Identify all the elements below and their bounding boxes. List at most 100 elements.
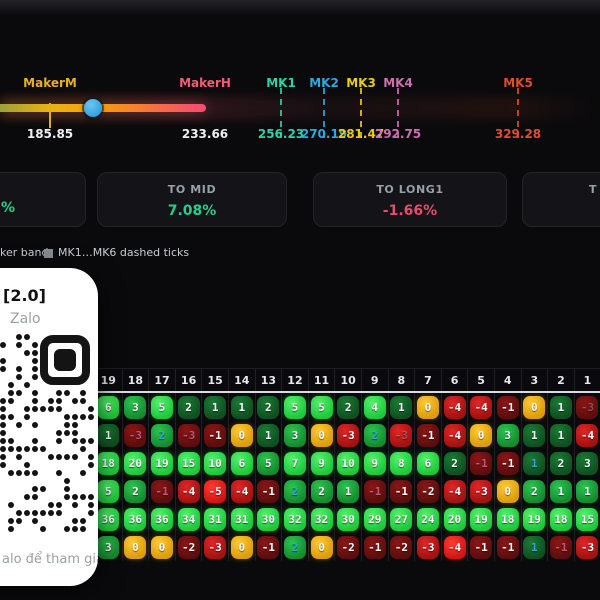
heatmap-column-header: 6 <box>440 369 468 391</box>
qr-dot <box>88 502 95 509</box>
heatmap-pill: 5 <box>257 451 280 475</box>
heatmap-pill: 5 <box>97 479 120 503</box>
qr-dot <box>48 510 55 517</box>
zalo-qr-popup: [2.0] Zalo alo để tham gia <box>0 268 98 586</box>
qr-dot <box>72 414 79 421</box>
heatmap-column-header-label: 1 <box>583 373 592 387</box>
heatmap-cell: 6 <box>414 449 441 477</box>
chart-legend: ker band MK1…MK6 dashed ticks <box>0 245 600 261</box>
qr-dot <box>64 430 71 437</box>
heatmap-cell: -1 <box>547 533 574 561</box>
heatmap-pill: -3 <box>337 423 360 447</box>
heatmap-pill: 1 <box>523 451 546 475</box>
heatmap-cell: -1 <box>360 533 388 561</box>
heatmap-pill: 0 <box>150 535 173 559</box>
heatmap-column-header-label: 8 <box>397 373 406 387</box>
heatmap-pill: 18 <box>97 451 120 475</box>
heatmap-pill: 0 <box>416 395 439 419</box>
heatmap-cell: 32 <box>307 505 335 533</box>
heatmap-cell: 1 <box>547 477 574 505</box>
heatmap-pill: -1 <box>204 423 227 447</box>
heatmap-pill: -4 <box>443 535 466 559</box>
heatmap-cell: 2 <box>360 421 388 449</box>
qr-dot <box>32 398 39 405</box>
heatmap-cell: -3 <box>387 421 415 449</box>
qr-dot <box>88 494 95 501</box>
heatmap-cell: -1 <box>414 421 441 449</box>
heatmap-cell: 5 <box>95 477 122 505</box>
heatmap-cell: -5 <box>201 477 228 505</box>
stat-card-partial-right: T <box>522 172 600 227</box>
heatmap-column-header: 8 <box>387 369 415 391</box>
price-band-track <box>0 104 206 112</box>
heatmap-pill: 1 <box>257 423 280 447</box>
heatmap-cell: 5 <box>281 393 308 421</box>
heatmap-pill: 2 <box>257 395 280 419</box>
qr-dot <box>32 342 39 349</box>
stat-card-label: TO LONG1 <box>376 183 444 196</box>
qr-dot <box>88 414 95 421</box>
heatmap-pill: -1 <box>549 535 572 559</box>
stat-card-label: TO MID <box>167 183 217 196</box>
heatmap-cell: 0 <box>414 393 441 421</box>
qr-dot <box>72 398 79 405</box>
heatmap-cell: -4 <box>440 477 468 505</box>
trading-dashboard: MakerM 185.85 MakerH 233.66 MK1 256.23 MK2 270.… <box>0 0 600 600</box>
qr-dot <box>16 342 23 349</box>
heatmap-pill: 18 <box>496 507 519 531</box>
heatmap-column-header-label: 2 <box>557 373 565 387</box>
qr-dot <box>16 334 23 341</box>
heatmap-cell: 2 <box>148 421 175 449</box>
heatmap-pill: 8 <box>390 451 413 475</box>
heatmap-row: 6 3 5 2 1 1 2 5 5 2 4 1 0 -4 -4 -1 0 1 -3 <box>95 393 600 421</box>
heatmap-pill: -1 <box>416 423 439 447</box>
heatmap-pill: -1 <box>150 479 173 503</box>
qr-dot <box>64 478 71 485</box>
heatmap-pill: 7 <box>283 451 306 475</box>
heatmap-column-header: 7 <box>414 369 441 391</box>
marker-value: 233.66 <box>181 127 229 141</box>
heatmap-column-header-label: 7 <box>424 373 432 387</box>
qr-dot <box>88 510 95 517</box>
heatmap-pill: -2 <box>177 535 200 559</box>
heatmap-column-header-label: 15 <box>207 373 223 387</box>
heatmap-cell: 0 <box>227 421 255 449</box>
qr-dot <box>88 406 95 413</box>
heatmap-cell: 5 <box>307 393 335 421</box>
heatmap-cell: -2 <box>414 477 441 505</box>
heatmap-cell: 18 <box>493 505 521 533</box>
stat-card-label-fragment: T <box>589 183 598 196</box>
heatmap-cell: 0 <box>148 533 175 561</box>
heatmap-pill: 3 <box>283 423 306 447</box>
heatmap-pill: -3 <box>470 479 493 503</box>
heatmap-cell: 2 <box>334 393 361 421</box>
heatmap-cell: -3 <box>201 533 228 561</box>
heatmap-cell: -1 <box>467 533 494 561</box>
heatmap-pill: -1 <box>257 479 280 503</box>
price-slider-handle[interactable] <box>84 99 102 117</box>
qr-dot <box>8 502 15 509</box>
top-glow-strip <box>0 0 600 16</box>
heatmap-cell: -3 <box>414 533 441 561</box>
heatmap-column-header: 17 <box>148 369 175 391</box>
heatmap-cell: 9 <box>360 449 388 477</box>
heatmap-pill: -1 <box>390 479 413 503</box>
heatmap-cell: 15 <box>573 505 600 533</box>
qr-dot <box>0 342 7 349</box>
heatmap-pill: 3 <box>576 451 599 475</box>
qr-dot <box>32 406 39 413</box>
heatmap-cell: -2 <box>174 533 202 561</box>
heatmap-column-header: 11 <box>307 369 335 391</box>
heatmap-cell: -1 <box>493 533 521 561</box>
legend-item-dashed-ticks: MK1…MK6 dashed ticks <box>58 246 190 259</box>
heatmap-cell: 6 <box>95 393 122 421</box>
heatmap-pill: 1 <box>549 423 572 447</box>
legend-swatch-icon <box>44 249 53 258</box>
qr-dot <box>64 526 71 533</box>
heatmap-cell: 0 <box>493 477 521 505</box>
qr-dot <box>32 486 39 493</box>
heatmap-cell: -1 <box>148 477 175 505</box>
heatmap-pill: 5 <box>310 395 333 419</box>
stat-card-to-mid: TO MID 7.08% <box>97 172 287 227</box>
heatmap-pill: 1 <box>576 479 599 503</box>
